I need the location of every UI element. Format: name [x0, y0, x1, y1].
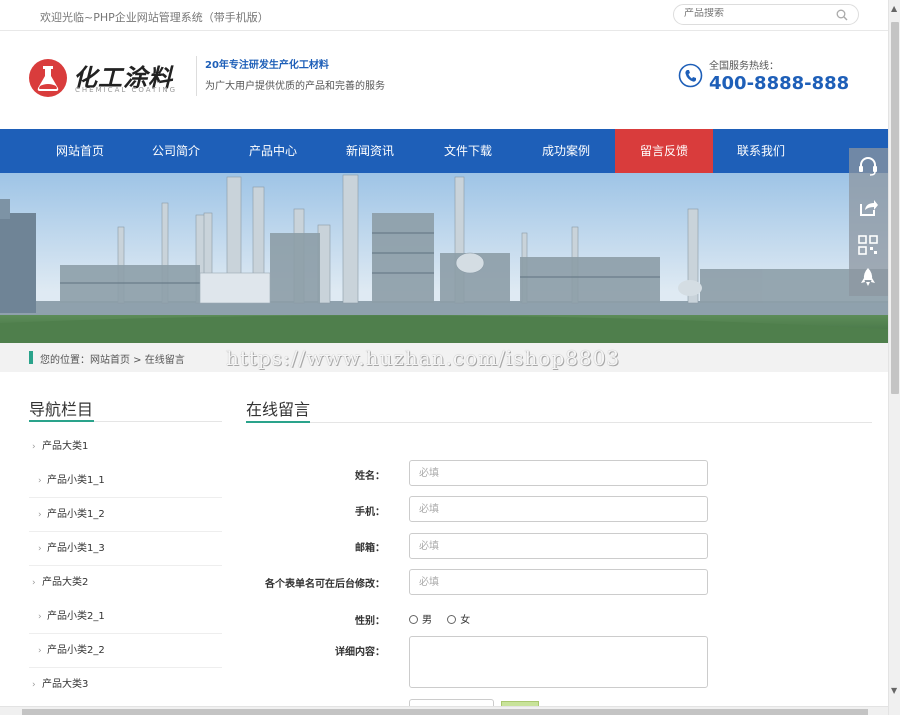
- slogan-title: 20年专注研发生产化工材料: [205, 60, 329, 71]
- gender-male-option[interactable]: 男: [409, 615, 432, 626]
- phone-field[interactable]: [409, 496, 708, 522]
- main-nav: 网站首页 公司简介 产品中心 新闻资讯 文件下载 成功案例 留言反馈 联系我们: [0, 129, 888, 173]
- slogan-sub: 为广大用户提供优质的产品和完善的服务: [205, 81, 385, 92]
- nav-item-feedback[interactable]: 留言反馈: [615, 129, 713, 173]
- sidebar-subcategory-1-1[interactable]: › 产品小类1_1: [29, 464, 222, 498]
- slogan: 20年专注研发生产化工材料 为广大用户提供优质的产品和完善的服务: [196, 56, 385, 96]
- scrollbar-thumb[interactable]: [891, 22, 899, 394]
- sidebar-subcategory-1-3[interactable]: › 产品小类1_3: [29, 532, 222, 566]
- search-input[interactable]: [684, 8, 824, 19]
- custom-field[interactable]: [409, 569, 708, 595]
- sidebar-category-2[interactable]: › 产品大类2: [29, 566, 222, 600]
- phone-label: 手机：: [355, 507, 385, 518]
- nav-item-cases[interactable]: 成功案例: [517, 129, 615, 173]
- chevron-right-icon: ›: [38, 646, 42, 656]
- chevron-right-icon: ›: [32, 578, 36, 588]
- nav-item-home[interactable]: 网站首页: [31, 129, 129, 173]
- radio-female[interactable]: [447, 615, 457, 624]
- sidebar-category-1[interactable]: › 产品大类1: [29, 430, 222, 464]
- nav-item-contact[interactable]: 联系我们: [712, 129, 810, 173]
- sidebar-subcategory-2-2[interactable]: › 产品小类2_2: [29, 634, 222, 668]
- refinery-illustration: [0, 173, 888, 343]
- top-bar: 欢迎光临~PHP企业网站管理系统（带手机版）: [0, 0, 888, 31]
- breadcrumb-text[interactable]: 您的位置：网站首页 > 在线留言: [40, 351, 185, 366]
- headset-icon[interactable]: [857, 154, 879, 176]
- breadcrumb-marker: [29, 351, 33, 364]
- scroll-up-icon[interactable]: ▲: [891, 4, 897, 13]
- hero-banner-image: [0, 173, 888, 343]
- rocket-icon[interactable]: [857, 266, 879, 288]
- share-icon[interactable]: [857, 196, 879, 218]
- custom-field-label: 各个表单名可在后台修改：: [265, 579, 385, 590]
- nav-item-downloads[interactable]: 文件下载: [419, 129, 517, 173]
- hotline-number: 400-8888-888: [709, 73, 850, 94]
- product-search-box[interactable]: [673, 4, 859, 25]
- sidebar-title: 导航栏目: [29, 400, 94, 419]
- radio-male[interactable]: [409, 615, 418, 624]
- nav-item-news[interactable]: 新闻资讯: [321, 129, 419, 173]
- sidebar-subcategory-2-1[interactable]: › 产品小类2_1: [29, 600, 222, 634]
- phone-icon: [678, 63, 703, 88]
- horizontal-scrollbar-thumb[interactable]: [22, 709, 868, 715]
- horizontal-scrollbar[interactable]: [0, 706, 888, 715]
- gender-female-option[interactable]: 女: [447, 615, 470, 626]
- detail-textarea[interactable]: [409, 636, 708, 688]
- gender-radio-group: 男 女: [409, 611, 482, 626]
- chevron-right-icon: ›: [38, 476, 42, 486]
- watermark-text: https://www.huzhan.com/ishop8803: [226, 346, 621, 370]
- sidebar-title-divider: [29, 420, 222, 422]
- welcome-text: 欢迎光临~PHP企业网站管理系统（带手机版）: [40, 11, 269, 24]
- gender-label: 性别：: [355, 616, 385, 627]
- sidebar-nav: › 产品大类1 › 产品小类1_1 › 产品小类1_2 › 产品小类1_3 › 产品大类2…: [29, 430, 222, 702]
- page-title: 在线留言: [246, 400, 311, 419]
- page-title-divider: [246, 421, 872, 423]
- vertical-scrollbar[interactable]: ▲ ▼: [888, 0, 900, 715]
- search-icon[interactable]: [836, 9, 848, 21]
- scroll-down-icon[interactable]: ▼: [891, 686, 897, 695]
- sidebar-category-3[interactable]: › 产品大类3: [29, 668, 222, 702]
- site-header: 化工涂料 CHEMICAL COATING 20年专注研发生产化工材料 为广大用…: [0, 31, 888, 129]
- email-field[interactable]: [409, 533, 708, 559]
- chevron-right-icon: ›: [32, 680, 36, 690]
- site-logo[interactable]: 化工涂料 CHEMICAL COATING: [28, 58, 188, 98]
- hotline-label: 全国服务热线：: [709, 61, 779, 72]
- floating-toolbar: [849, 148, 888, 296]
- name-label: 姓名：: [355, 471, 385, 482]
- chevron-right-icon: ›: [38, 510, 42, 520]
- detail-label: 详细内容：: [335, 647, 385, 658]
- flask-logo-icon: [29, 59, 67, 97]
- email-label: 邮箱：: [355, 543, 385, 554]
- name-field[interactable]: [409, 460, 708, 486]
- qrcode-icon[interactable]: [857, 234, 879, 256]
- chevron-right-icon: ›: [38, 612, 42, 622]
- chevron-right-icon: ›: [32, 442, 36, 452]
- chevron-right-icon: ›: [38, 544, 42, 554]
- nav-item-products[interactable]: 产品中心: [224, 129, 322, 173]
- breadcrumb: 您的位置：网站首页 > 在线留言 https://www.huzhan.com/…: [0, 343, 888, 372]
- sidebar-subcategory-1-2[interactable]: › 产品小类1_2: [29, 498, 222, 532]
- logo-text-en: CHEMICAL COATING: [75, 86, 177, 94]
- nav-item-about[interactable]: 公司简介: [127, 129, 225, 173]
